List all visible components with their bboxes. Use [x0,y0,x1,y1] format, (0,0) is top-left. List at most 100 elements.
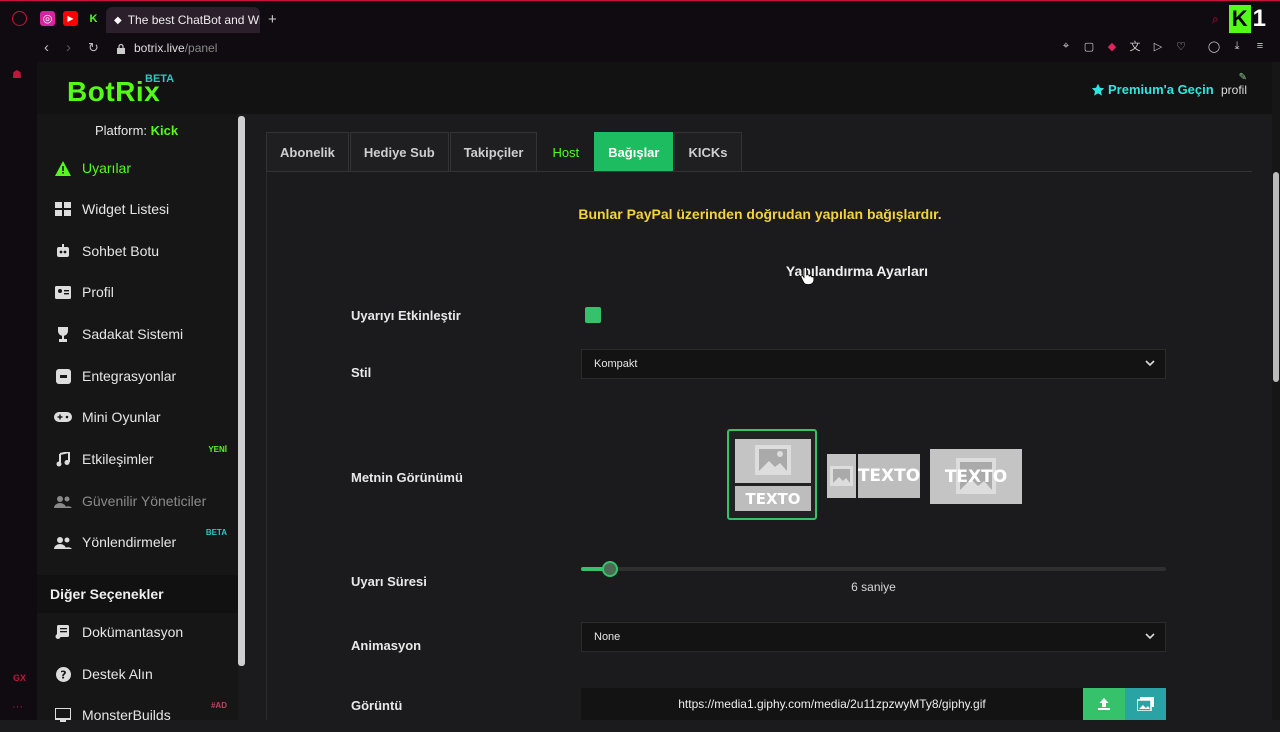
download-icon[interactable]: ⤓ [1231,40,1243,52]
text-view-label: Metnin Görünümü [351,470,463,485]
alert-type-tabs: Abonelik Hediye Sub Takipçiler Host Bağı… [266,132,743,172]
opera-icon[interactable] [12,11,27,26]
premium-link[interactable]: Premium'a Geçin [1091,82,1214,97]
menu-icon[interactable]: ≡ [1254,40,1266,52]
send-icon[interactable]: ▷ [1152,40,1164,53]
url-field[interactable]: botrix.live/panel [116,41,217,55]
sidebar-item-trusted-moderators[interactable]: Güvenilir Yöneticiler [54,484,238,518]
search-icon[interactable]: ⌕ [1212,12,1219,27]
sidebar-item-monsterbuilds[interactable]: MonsterBuilds #AD [54,698,238,732]
premium-label: Premium'a Geçin [1108,82,1214,97]
sidebar-item-label: Destek Alın [82,666,153,682]
browser-sidebar: ☗ GX ··· [0,62,37,720]
tab-followers[interactable]: Takipçiler [449,132,538,171]
instagram-icon[interactable]: ◎ [40,11,55,26]
browser-tab-bar: ◎ ▶ K ◆ The best ChatBot and Wid + ⌕ K 1 [0,0,1280,36]
sidebar-item-widgets[interactable]: Widget Listesi [54,192,238,226]
extension-icon[interactable]: ☗ [12,68,22,81]
k1-logo: ⌕ K 1 [1212,5,1266,33]
pin-icon[interactable]: ⌖ [1060,40,1072,52]
pocket-icon[interactable]: ◆ [1106,40,1118,53]
text-view-option-stacked[interactable]: TEXTO [727,429,817,520]
ad-badge: #AD [210,701,227,710]
tab-donations[interactable]: Bağışlar [594,132,674,171]
lock-icon [117,43,125,54]
gamepad-icon [54,408,72,426]
address-bar: ‹ › ↻ botrix.live/panel ⌖ ▢ ◆ 文 ▷ ♡ ◯ ⤓ … [0,36,1280,62]
question-icon: ? [54,665,72,683]
tab-subscription[interactable]: Abonelik [266,132,349,171]
text-sample: TEXTO [858,454,920,498]
animation-select[interactable]: None [581,622,1166,652]
upload-button[interactable] [1083,688,1125,720]
sidebar-item-label: Güvenilir Yöneticiler [82,493,207,509]
sidebar-item-chatbot[interactable]: Sohbet Botu [54,234,238,268]
upload-icon [1098,698,1110,710]
sidebar-item-label: Sadakat Sistemi [82,326,184,342]
svg-text:?: ? [60,668,66,681]
sidebar-item-label: Etkileşimler [82,451,154,467]
duration-slider-handle[interactable] [602,561,618,577]
chevron-down-icon [1145,360,1155,367]
sidebar-item-interactions[interactable]: Etkileşimler YENİ [54,442,238,476]
heart-icon[interactable]: ♡ [1175,40,1187,53]
text-view-option-side[interactable]: TEXTO [827,454,920,498]
trophy-icon [54,325,72,343]
image-url-input[interactable]: https://media1.giphy.com/media/2u11zpzwy… [581,688,1083,720]
text-sample: TEXTO [944,466,1008,487]
new-tab-icon[interactable]: + [268,11,277,28]
forward-icon[interactable]: › [66,39,71,56]
account-icon[interactable]: ◯ [1208,40,1220,53]
botrix-favicon-icon: ◆ [114,14,122,26]
profile-label: profil [1221,83,1248,97]
gallery-button[interactable] [1125,688,1166,720]
url-domain: botrix.live [134,41,185,55]
tab-title: The best ChatBot and Wid [127,13,260,27]
image-placeholder-icon [735,439,811,483]
style-value: Kompakt [594,358,638,370]
other-options-heading: Diğer Seçenekler [37,575,238,613]
sidebar-item-label: Widget Listesi [82,201,170,217]
back-icon[interactable]: ‹ [44,39,49,56]
sidebar: Platform: Kick Uyarılar Widget Listesi S… [37,114,238,723]
scroll-icon [54,623,72,641]
tab-kicks[interactable]: KICKs [674,132,742,171]
sidebar-scrollbar[interactable] [238,116,245,666]
youtube-icon[interactable]: ▶ [63,11,78,26]
sidebar-item-minigames[interactable]: Mini Oyunlar [54,400,238,434]
kick-icon[interactable]: K [86,11,101,26]
sidebar-item-redirects[interactable]: Yönlendirmeler BETA [54,525,238,559]
style-select[interactable]: Kompakt [581,349,1166,379]
platform-indicator: Platform: Kick [95,123,178,138]
grid-icon [54,200,72,218]
tab-botrix[interactable]: ◆ The best ChatBot and Wid [106,7,260,33]
sidebar-item-support[interactable]: ? Destek Alın [54,657,238,691]
sidebar-item-alerts[interactable]: Uyarılar [54,151,238,185]
users-icon [54,533,72,551]
sidebar-item-label: Mini Oyunlar [82,409,161,425]
duration-slider[interactable] [581,561,1166,577]
page-scrollbar[interactable] [1272,62,1280,720]
sidebar-item-documentation[interactable]: Dokümantasyon [54,615,238,649]
page-scrollbar-thumb[interactable] [1273,172,1279,382]
snapshot-icon[interactable]: ▢ [1083,40,1095,53]
text-view-option-overlay[interactable]: TEXTO [930,449,1022,504]
profile-link[interactable]: ✎ profil [1221,72,1247,96]
tab-gift-sub[interactable]: Hediye Sub [349,132,449,171]
id-card-icon [54,283,72,301]
hand-cursor-icon [800,267,814,285]
sidebar-item-loyalty[interactable]: Sadakat Sistemi [54,317,238,351]
sidebar-item-integrations[interactable]: Entegrasyonlar [54,359,238,393]
more-icon[interactable]: ··· [12,701,23,713]
platform-name: Kick [150,123,179,138]
sidebar-item-profile[interactable]: Profil [54,275,238,309]
enable-alert-checkbox[interactable] [585,307,601,323]
donation-settings-panel: Bunlar PayPal üzerinden doğrudan yapılan… [266,172,1252,720]
sidebar-item-label: MonsterBuilds [82,707,171,723]
translate-icon[interactable]: 文 [1129,40,1141,53]
monitor-icon [54,706,72,724]
tab-host[interactable]: Host [538,132,593,171]
plug-icon [54,367,72,385]
url-path: /panel [184,41,218,55]
reload-icon[interactable]: ↻ [88,40,99,56]
